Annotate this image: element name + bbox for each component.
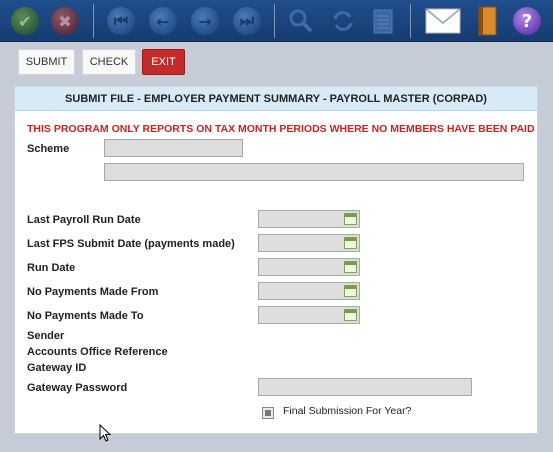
toolbar-separator — [410, 4, 411, 38]
calendar-icon[interactable] — [344, 285, 357, 297]
last-payroll-run-label: Last Payroll Run Date — [27, 214, 141, 226]
check-button[interactable]: CHECK — [82, 49, 136, 75]
mail-icon[interactable] — [424, 4, 462, 38]
no-payments-to-field[interactable] — [258, 306, 360, 324]
run-date-label: Run Date — [27, 262, 76, 274]
calendar-icon[interactable] — [344, 261, 357, 273]
submit-panel: SUBMIT FILE - EMPLOYER PAYMENT SUMMARY -… — [14, 86, 538, 434]
panel-title: SUBMIT FILE - EMPLOYER PAYMENT SUMMARY -… — [15, 87, 537, 111]
exit-button[interactable]: EXIT — [142, 49, 185, 75]
no-payments-to-label: No Payments Made To — [27, 310, 144, 322]
cancel-icon[interactable]: ✖ — [48, 4, 82, 38]
gateway-id-label: Gateway ID — [27, 362, 87, 374]
calendar-icon[interactable] — [344, 309, 357, 321]
scheme-label: Scheme — [27, 143, 70, 155]
last-fps-field[interactable] — [258, 234, 360, 252]
no-payments-from-field[interactable] — [258, 282, 360, 300]
check-icon[interactable]: ✔ — [8, 4, 42, 38]
scheme-code-input[interactable] — [104, 139, 243, 157]
final-submission-checkbox[interactable] — [262, 407, 274, 419]
gateway-password-input[interactable] — [258, 378, 472, 396]
submit-button[interactable]: SUBMIT — [18, 49, 75, 75]
last-fps-label: Last FPS Submit Date (payments made) — [27, 238, 235, 250]
scheme-name-field — [104, 163, 524, 181]
no-payments-from-label: No Payments Made From — [27, 286, 159, 298]
toolbar: ✔ ✖ ⏮ ← → ⏭ ? — [0, 0, 553, 42]
book-icon[interactable] — [470, 4, 504, 38]
prev-icon[interactable]: ← — [146, 4, 180, 38]
final-submission-label: Final Submission For Year? — [283, 405, 412, 417]
help-icon[interactable]: ? — [510, 4, 544, 38]
refresh-icon[interactable] — [326, 4, 360, 38]
toolbar-separator — [274, 4, 275, 38]
search-icon[interactable] — [284, 4, 318, 38]
mouse-cursor-icon — [99, 424, 111, 442]
accounts-office-ref-label: Accounts Office Reference — [27, 346, 168, 358]
last-payroll-run-field[interactable] — [258, 210, 360, 228]
calendar-icon[interactable] — [344, 213, 357, 225]
notepad-icon[interactable] — [366, 4, 400, 38]
toolbar-separator — [93, 4, 94, 38]
warning-text: THIS PROGRAM ONLY REPORTS ON TAX MONTH P… — [27, 123, 535, 135]
last-icon[interactable]: ⏭ — [230, 4, 264, 38]
run-date-field[interactable] — [258, 258, 360, 276]
sender-label: Sender — [27, 330, 65, 342]
next-icon[interactable]: → — [188, 4, 222, 38]
first-icon[interactable]: ⏮ — [104, 4, 138, 38]
calendar-icon[interactable] — [344, 237, 357, 249]
gateway-password-label: Gateway Password — [27, 382, 128, 394]
